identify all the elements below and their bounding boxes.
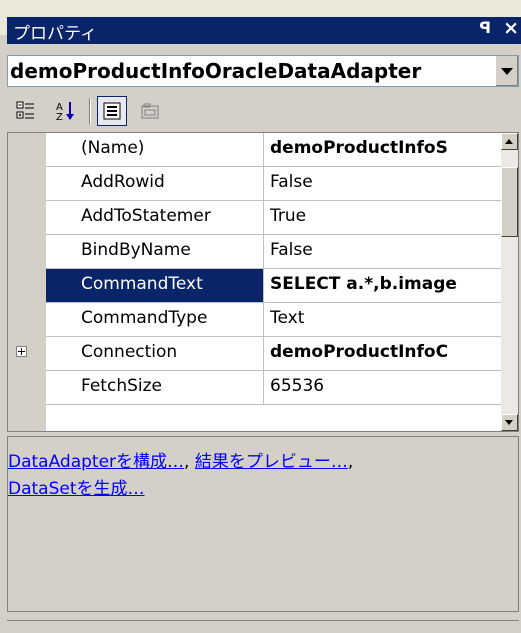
scroll-up-icon[interactable]: [501, 133, 518, 150]
property-row[interactable]: FetchSize 65536: [8, 371, 501, 405]
property-row[interactable]: CommandType Text: [8, 303, 501, 337]
property-name-cell[interactable]: (Name): [46, 133, 264, 167]
expand-plus-icon[interactable]: [16, 346, 27, 357]
property-row[interactable]: AddRowid False: [8, 167, 501, 201]
property-value-cell[interactable]: False: [264, 235, 501, 269]
vertical-scrollbar[interactable]: [501, 133, 518, 431]
link-separator: ,: [347, 452, 354, 472]
property-name: CommandText: [81, 274, 203, 294]
pushpin-icon[interactable]: ꟼ: [479, 18, 491, 37]
property-row[interactable]: BindByName False: [8, 235, 501, 269]
property-value: demoProductInfoC: [270, 342, 449, 362]
property-value: Text: [270, 308, 305, 328]
commands-pane: DataAdapterを構成…, 結果をプレビュー…, DataSetを生成…: [7, 436, 519, 612]
categorized-button[interactable]: [11, 96, 41, 126]
property-value: False: [270, 240, 313, 260]
property-pages-icon: [141, 103, 159, 119]
property-name: AddToStatemer: [81, 206, 211, 226]
alphabetical-button[interactable]: A Z: [51, 96, 81, 126]
scroll-thumb[interactable]: [501, 167, 518, 237]
svg-text:Z: Z: [56, 112, 63, 122]
property-value: 65536: [270, 376, 325, 396]
property-name-cell[interactable]: AddRowid: [46, 167, 264, 201]
commands-links: DataAdapterを構成…, 結果をプレビュー…, DataSetを生成…: [8, 449, 513, 503]
property-name-cell[interactable]: Connection: [46, 337, 264, 371]
chevron-down-icon[interactable]: [495, 56, 518, 86]
property-name: Connection: [81, 342, 178, 362]
toolbar-separator: [89, 98, 91, 124]
property-value: True: [270, 206, 307, 226]
toolbar: A Z: [7, 92, 519, 130]
property-row[interactable]: AddToStatemer True: [8, 201, 501, 235]
property-name: FetchSize: [81, 376, 162, 396]
property-value: demoProductInfoS: [270, 138, 448, 158]
property-row-selected[interactable]: CommandText SELECT a.*,b.image: [8, 269, 501, 303]
description-pane: [7, 620, 519, 633]
property-pages-button[interactable]: [135, 96, 165, 126]
categorized-icon: [16, 101, 34, 119]
scroll-down-icon[interactable]: [501, 414, 518, 431]
property-value-cell[interactable]: 65536: [264, 371, 501, 405]
property-value-cell[interactable]: True: [264, 201, 501, 235]
property-value-cell[interactable]: False: [264, 167, 501, 201]
property-grid[interactable]: (Name) demoProductInfoS AddRowid False A…: [7, 132, 519, 432]
property-value: False: [270, 172, 313, 192]
properties-icon: [103, 102, 121, 120]
object-selector-value: demoProductInfoOracleDataAdapter: [10, 59, 422, 83]
close-icon[interactable]: ×: [503, 17, 519, 39]
property-name-cell[interactable]: CommandType: [46, 303, 264, 337]
configure-dataadapter-link[interactable]: DataAdapterを構成…: [8, 452, 184, 472]
title-bar-area: プロパティ ꟼ ×: [0, 0, 521, 44]
sort-az-icon: A Z: [56, 102, 74, 122]
property-name: AddRowid: [81, 172, 165, 192]
property-name-cell[interactable]: FetchSize: [46, 371, 264, 405]
window-title: プロパティ: [13, 24, 97, 44]
properties-button[interactable]: [97, 96, 127, 126]
property-row[interactable]: (Name) demoProductInfoS: [8, 133, 501, 167]
property-name-cell[interactable]: CommandText: [46, 269, 264, 303]
property-value-cell[interactable]: Text: [264, 303, 501, 337]
property-name: BindByName: [81, 240, 191, 260]
property-value-cell[interactable]: SELECT a.*,b.image: [264, 269, 501, 303]
object-selector[interactable]: demoProductInfoOracleDataAdapter: [7, 55, 519, 87]
property-name-cell[interactable]: BindByName: [46, 235, 264, 269]
window-title-bar[interactable]: プロパティ ꟼ ×: [7, 17, 521, 44]
generate-dataset-link[interactable]: DataSetを生成…: [8, 479, 145, 499]
property-name: CommandType: [81, 308, 208, 328]
property-name-cell[interactable]: AddToStatemer: [46, 201, 264, 235]
property-row[interactable]: Connection demoProductInfoC: [8, 337, 501, 371]
link-separator: ,: [184, 452, 195, 472]
property-value: SELECT a.*,b.image: [270, 274, 457, 294]
preview-results-link[interactable]: 結果をプレビュー…: [195, 452, 348, 472]
property-name: (Name): [81, 138, 145, 158]
property-value-cell[interactable]: demoProductInfoS: [264, 133, 501, 167]
property-value-cell[interactable]: demoProductInfoC: [264, 337, 501, 371]
